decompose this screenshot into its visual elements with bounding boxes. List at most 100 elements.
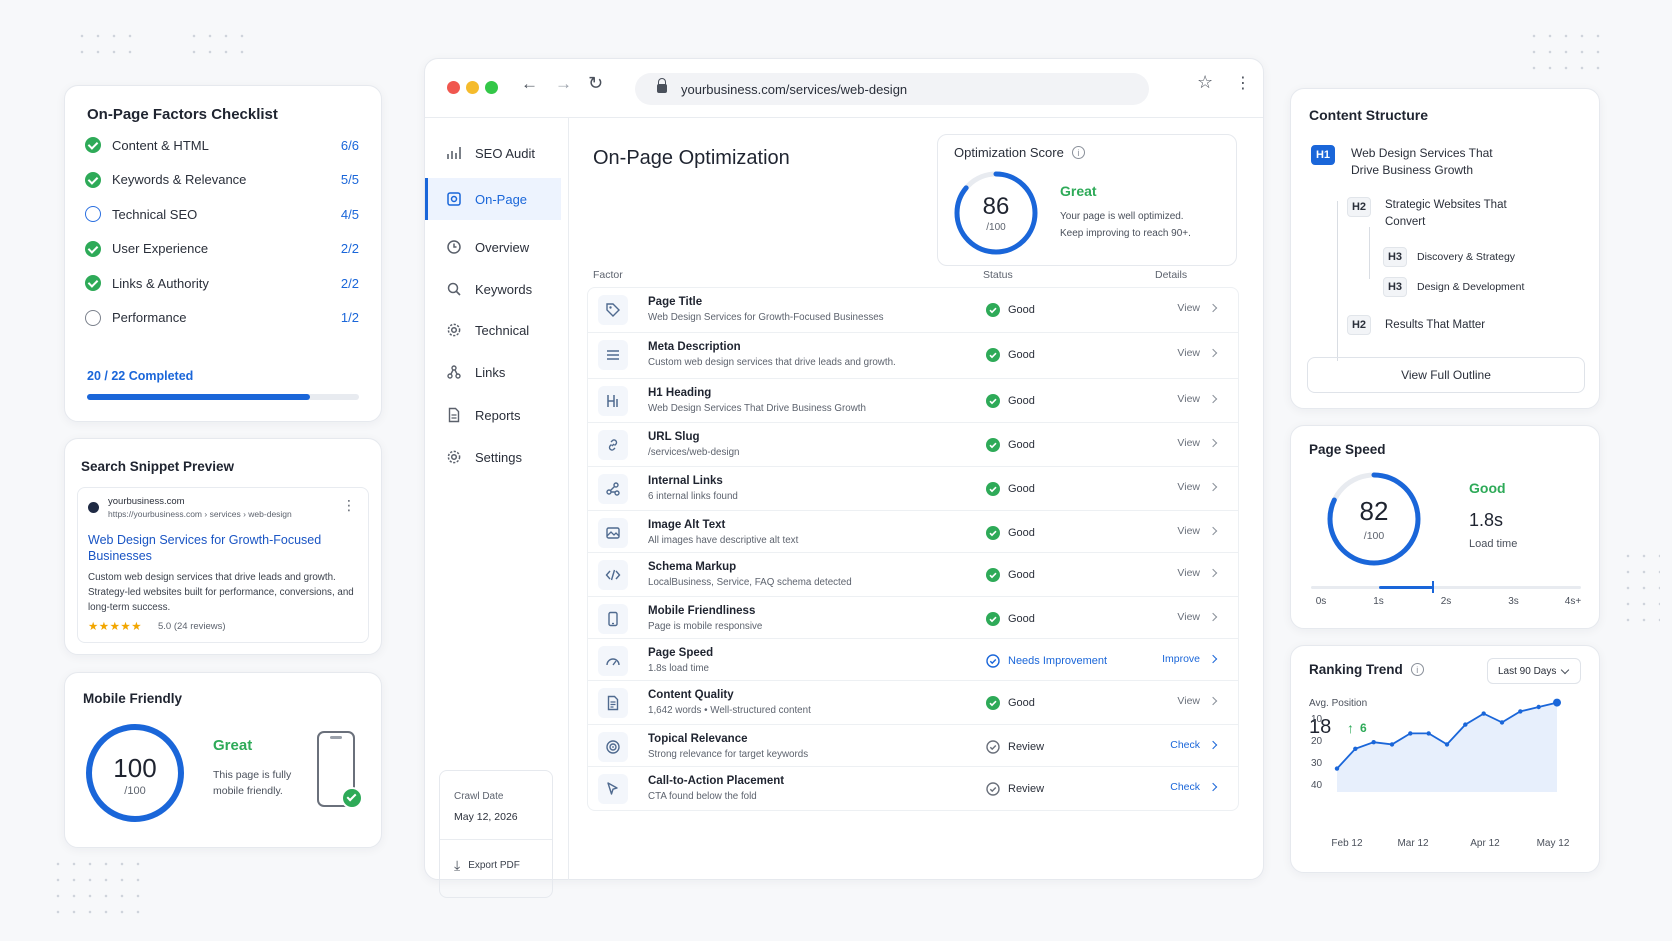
minimize-window-dot[interactable] bbox=[466, 81, 479, 94]
outline-row[interactable]: H1 Web Design Services That Drive Busine… bbox=[1311, 145, 1521, 179]
export-pdf-button[interactable]: ⤓ Export PDF bbox=[454, 853, 520, 877]
factor-desc: Web Design Services for Growth-Focused B… bbox=[648, 312, 884, 323]
status-text: Good bbox=[1008, 697, 1035, 709]
factor-view-link[interactable]: View bbox=[1177, 567, 1218, 579]
sidebar-item-links[interactable]: Links bbox=[425, 351, 561, 393]
snippet-card: Search Snippet Preview yourbusiness.com … bbox=[64, 438, 382, 655]
code-icon bbox=[598, 560, 628, 590]
factor-row[interactable]: Schema Markup LocalBusiness, Service, FAQ… bbox=[587, 553, 1239, 597]
status-badge: Good bbox=[986, 567, 1035, 583]
factor-action-label: View bbox=[1177, 695, 1200, 707]
address-bar[interactable]: yourbusiness.com/services/web-design bbox=[635, 73, 1149, 105]
sidebar-item-settings[interactable]: Settings bbox=[425, 436, 561, 478]
close-window-dot[interactable] bbox=[447, 81, 460, 94]
snippet-headline[interactable]: Web Design Services for Growth-Focused B… bbox=[88, 532, 348, 564]
check-circle-icon bbox=[986, 568, 1000, 582]
sidebar-item-keywords[interactable]: Keywords bbox=[425, 268, 561, 310]
kebab-icon[interactable]: ⋮ bbox=[342, 498, 356, 512]
export-pdf-label: Export PDF bbox=[468, 859, 520, 871]
factor-action-label: View bbox=[1177, 347, 1200, 359]
factor-action-label: Check bbox=[1170, 739, 1200, 751]
forward-arrow-icon[interactable]: → bbox=[555, 74, 572, 94]
outline-text: Discovery & Strategy bbox=[1417, 251, 1516, 263]
checklist-row[interactable]: Links & Authority 2/2 bbox=[85, 272, 359, 294]
chevron-right-icon bbox=[1208, 394, 1218, 404]
reload-icon[interactable]: ↻ bbox=[588, 73, 603, 94]
factor-view-link[interactable]: View bbox=[1177, 695, 1218, 707]
checklist-label: Content & HTML bbox=[112, 137, 209, 153]
factor-row[interactable]: Mobile Friendliness Page is mobile respon… bbox=[587, 597, 1239, 639]
factor-view-link[interactable]: View bbox=[1177, 302, 1218, 314]
factor-row[interactable]: Page Speed 1.8s load time Needs Improvemen… bbox=[587, 639, 1239, 681]
factor-row[interactable]: URL Slug/services/web-design Good View bbox=[587, 423, 1239, 467]
factor-name: H1 Heading bbox=[648, 387, 712, 399]
checklist-row[interactable]: Technical SEO 4/5 bbox=[85, 203, 359, 225]
trend-y-tick: 20 bbox=[1311, 736, 1323, 747]
factor-name: URL Slug bbox=[648, 431, 700, 443]
checklist-count: 6/6 bbox=[340, 137, 359, 153]
factor-row[interactable]: Internal Links 6 internal links found Good… bbox=[587, 467, 1239, 511]
factor-view-link[interactable]: View bbox=[1177, 525, 1218, 537]
nodes-icon bbox=[598, 474, 628, 504]
factor-check-link[interactable]: Check bbox=[1170, 781, 1218, 793]
factor-row[interactable]: Call-to-Action Placement CTA found below … bbox=[587, 767, 1239, 811]
factor-row[interactable]: Content Quality 1,642 words • Well-struct… bbox=[587, 681, 1239, 725]
factor-desc: 1,642 words • Well-structured content bbox=[648, 705, 811, 716]
trend-point bbox=[1353, 746, 1358, 751]
factor-view-link[interactable]: View bbox=[1177, 437, 1218, 449]
checklist-progress-fill bbox=[87, 394, 311, 400]
factor-name: Mobile Friendliness bbox=[648, 605, 756, 617]
sidebar-item-overview[interactable]: Overview bbox=[425, 226, 561, 268]
sidebar-item-seo-audit[interactable]: SEO Audit bbox=[425, 132, 561, 174]
view-outline-button[interactable]: View Full Outline bbox=[1307, 357, 1585, 393]
checklist-row[interactable]: Content & HTML 6/6 bbox=[85, 134, 359, 156]
factor-row[interactable]: Image Alt Text All images have descriptiv… bbox=[587, 511, 1239, 553]
speed-score: 82 bbox=[1359, 496, 1389, 526]
sidebar-item-reports[interactable]: Reports bbox=[425, 394, 561, 436]
chevron-right-icon bbox=[1208, 696, 1218, 706]
factor-check-link[interactable]: Check bbox=[1170, 739, 1218, 751]
speed-tick-label: 3s bbox=[1508, 596, 1519, 607]
status-text: Good bbox=[1008, 483, 1035, 495]
sidebar-item-on-page[interactable]: On-Page bbox=[425, 178, 561, 220]
factor-view-link[interactable]: View bbox=[1177, 611, 1218, 623]
bar-chart-icon bbox=[445, 144, 463, 162]
outline-row[interactable]: H2 Strategic Websites That Convert bbox=[1347, 197, 1525, 231]
star-bookmark-icon[interactable]: ☆ bbox=[1197, 72, 1213, 93]
info-icon[interactable]: i bbox=[1071, 146, 1085, 159]
factor-row[interactable]: H1 Heading Web Design Services That Drive… bbox=[587, 379, 1239, 423]
checklist-label: User Experience bbox=[112, 241, 209, 256]
mobile-status: Great bbox=[213, 737, 253, 754]
factor-view-link[interactable]: View bbox=[1177, 481, 1218, 493]
factor-view-link[interactable]: View bbox=[1177, 393, 1218, 405]
sidebar-item-technical[interactable]: Technical bbox=[425, 309, 561, 351]
checklist-count: 1/2 bbox=[340, 310, 359, 325]
more-menu-icon[interactable]: ⋮ bbox=[1235, 73, 1251, 93]
factor-improve-link[interactable]: Improve bbox=[1162, 653, 1218, 665]
factor-desc: /services/web-design bbox=[648, 447, 740, 458]
checklist-row[interactable]: Keywords & Relevance 5/5 bbox=[85, 169, 359, 191]
checklist-row[interactable]: Performance 1/2 bbox=[85, 307, 359, 329]
factor-row[interactable]: Meta Description Custom web design servic… bbox=[587, 333, 1239, 379]
factor-desc: Page is mobile responsive bbox=[648, 621, 763, 632]
status-badge: Good bbox=[986, 695, 1035, 711]
outline-row[interactable]: H3 Design & Development bbox=[1383, 277, 1524, 297]
sidebar-item-label: Technical bbox=[475, 322, 530, 338]
factor-view-link[interactable]: View bbox=[1177, 347, 1218, 359]
status-badge: Good bbox=[986, 525, 1035, 541]
maximize-window-dot[interactable] bbox=[485, 81, 498, 94]
back-arrow-icon[interactable]: ← bbox=[521, 74, 538, 94]
checklist-row[interactable]: User Experience 2/2 bbox=[85, 238, 359, 260]
outline-text: Strategic Websites That Convert bbox=[1385, 199, 1507, 228]
snippet-result[interactable]: yourbusiness.com https://yourbusiness.co… bbox=[77, 487, 369, 643]
sidebar-item-label: On-Page bbox=[475, 191, 528, 207]
outline-row[interactable]: H3 Discovery & Strategy bbox=[1383, 247, 1515, 267]
chevron-right-icon bbox=[1208, 348, 1218, 358]
factor-row[interactable]: Topical Relevance Strong relevance for ta… bbox=[587, 725, 1239, 767]
checklist-progress-track bbox=[87, 394, 359, 400]
structure-title: Content Structure bbox=[1309, 107, 1428, 123]
outline-row[interactable]: H2 Results That Matter bbox=[1347, 315, 1485, 335]
trend-point bbox=[1518, 709, 1523, 714]
factor-row[interactable]: Page Title Web Design Services for Growth… bbox=[587, 287, 1239, 333]
link-nodes-icon bbox=[445, 363, 463, 381]
